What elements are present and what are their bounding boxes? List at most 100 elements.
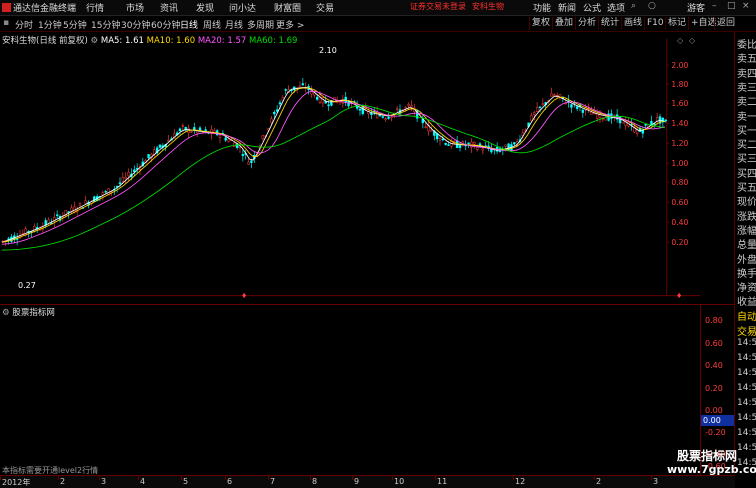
time-entry: 14:50 (737, 353, 756, 363)
auto-trade-label[interactable]: 交易 (737, 323, 756, 338)
analysis-button[interactable]: 分析 (575, 17, 598, 30)
quote-field-label: 外盘 (737, 254, 756, 266)
back-button[interactable]: 返回 (714, 17, 737, 30)
maximize-icon[interactable]: □ (727, 1, 736, 11)
period-month[interactable]: 月线 (225, 18, 243, 31)
menu-formula[interactable]: 公式 (583, 1, 601, 14)
event-marker-icon[interactable]: ♦ (241, 292, 247, 300)
time-tick (138, 476, 139, 480)
login-warning[interactable]: 证券交易未登录 (410, 1, 466, 12)
time-tick-label: 7 (270, 477, 276, 486)
draw-button[interactable]: 画线 (621, 17, 644, 30)
quote-field-label: 净资 (737, 283, 756, 295)
diamond-icon[interactable]: ◇ (677, 36, 683, 45)
time-tick (58, 476, 59, 480)
minimize-icon[interactable]: – (712, 1, 717, 11)
period-more[interactable]: 更多 > (276, 18, 304, 31)
candle-body (430, 130, 433, 132)
auto-trade-label[interactable]: 自动 (737, 308, 756, 323)
price-tick-label: 0.80 (671, 178, 688, 187)
period-selector-icon[interactable]: ▪ (3, 18, 9, 28)
candle-body (387, 116, 390, 119)
stats-button[interactable]: 统计 (598, 17, 621, 30)
user-label[interactable]: 游客 (687, 1, 705, 14)
menu-news[interactable]: 资讯 (160, 1, 178, 14)
candle-body (193, 127, 196, 130)
time-tick (392, 476, 393, 480)
menu-trade[interactable]: 交易 (316, 1, 334, 14)
period-30min[interactable]: 30分钟 (121, 18, 150, 31)
close-icon[interactable]: × (742, 1, 750, 11)
menu-wealth[interactable]: 财富圈 (274, 1, 301, 14)
event-marker-icon[interactable]: ♦ (676, 292, 682, 300)
time-tick-label: 10 (394, 477, 405, 486)
candle-body (410, 105, 413, 108)
main-kline-chart[interactable]: 2.00 1.80 1.60 1.40 1.20 1.00 0.80 0.60 0.40 0.20 (0, 32, 700, 303)
period-multi[interactable]: 多周期 (247, 18, 274, 31)
time-tick-label: 9 (354, 477, 360, 486)
menu-ask[interactable]: 问小达 (229, 1, 256, 14)
time-tick (310, 476, 311, 480)
time-tick-label: 2012年 (2, 478, 31, 487)
time-tick (225, 476, 226, 480)
candle-body (147, 154, 150, 159)
sub-tick-label: 0.20 (705, 384, 723, 393)
period-tick[interactable]: 分时 (15, 18, 33, 31)
menu-discover[interactable]: 发现 (196, 1, 214, 14)
candle-body (158, 144, 162, 148)
price-tick-label: 2.00 (671, 61, 688, 70)
menu-news2[interactable]: 新闻 (558, 1, 576, 14)
candle-body (250, 160, 253, 163)
menu-options[interactable]: 选项 (607, 1, 625, 14)
period-60min[interactable]: 60分钟 (151, 18, 180, 31)
app-logo-icon (2, 3, 11, 12)
mark-button[interactable]: 标记 (665, 17, 688, 30)
candle-body (475, 146, 479, 150)
stock-tab[interactable]: 安科生物 (472, 1, 504, 12)
price-tick-label: 1.40 (671, 119, 688, 128)
f10-button[interactable]: F10 (644, 17, 666, 30)
time-entry: 14:50 (737, 428, 756, 438)
search-icon[interactable]: ⌕ (631, 1, 636, 11)
time-tick (435, 476, 436, 480)
settings-icon[interactable]: ⚙ (91, 36, 99, 46)
period-1min[interactable]: 1分钟 (38, 18, 62, 31)
menu-quotes[interactable]: 行情 (86, 1, 104, 14)
period-day[interactable]: 日线 (180, 18, 198, 31)
period-15min[interactable]: 15分钟 (91, 18, 120, 31)
settings-icon[interactable]: ⚙ (2, 308, 10, 318)
candle-body (570, 104, 573, 108)
candle-body (581, 109, 585, 113)
quote-field-label: 卖四 (737, 68, 756, 80)
overlay-button[interactable]: 叠加 (552, 17, 575, 30)
candle-body (241, 154, 245, 156)
time-entry: 14:50 (737, 368, 756, 378)
candle-body (218, 134, 222, 138)
watermark-url: www.7gpzb.com (667, 463, 756, 476)
candle-body (575, 106, 579, 109)
time-axis: 2012年 2 3 4 5 6 7 8 9 10 11 12 2 3 (0, 475, 735, 488)
app-title-text: 通达信金融终端 (13, 4, 77, 14)
menu-market[interactable]: 市场 (126, 1, 144, 14)
quote-field-label: 委比 (737, 40, 756, 51)
adjust-button[interactable]: 复权 (529, 17, 552, 30)
candle-body (538, 106, 542, 108)
watermark: 股票指标网 www.7gpzb.com (667, 449, 756, 477)
candle-body (261, 135, 265, 139)
candle-body (227, 138, 230, 142)
time-tick (268, 476, 269, 480)
time-tick (513, 476, 514, 480)
candle-body (327, 104, 330, 106)
app-title[interactable]: 通达信金融终端 (2, 1, 76, 14)
candle-body (301, 83, 305, 86)
menu-function[interactable]: 功能 (533, 1, 551, 14)
quote-field-label: 卖五 (737, 54, 756, 66)
expand-icon[interactable]: ◇ (689, 36, 695, 45)
candle-body (590, 112, 593, 115)
candle-body (344, 96, 347, 103)
period-5min[interactable]: 5分钟 (63, 18, 87, 31)
time-tick-label: 5 (183, 477, 189, 486)
period-week[interactable]: 周线 (203, 18, 221, 31)
time-tick-label: 8 (312, 477, 318, 486)
user-icon[interactable]: ○ (648, 1, 656, 11)
